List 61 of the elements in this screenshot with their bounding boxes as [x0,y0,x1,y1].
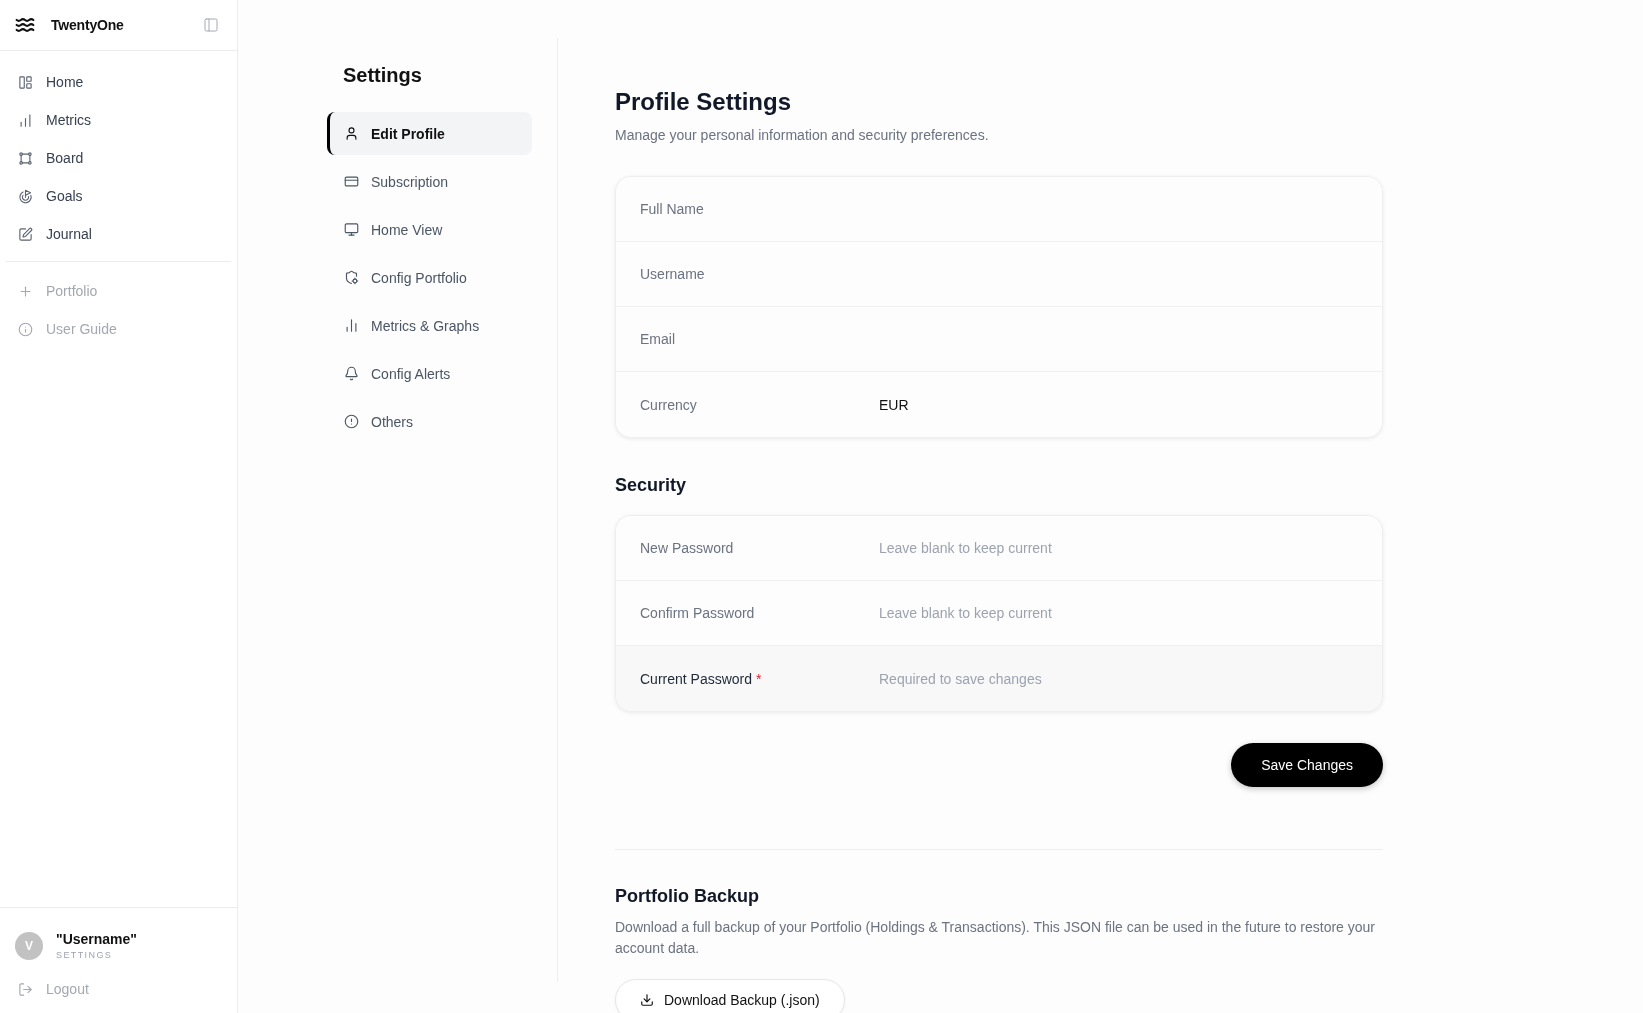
alert-circle-icon [344,414,359,429]
field-label: Email [640,331,675,347]
sidebar-item[interactable]: Journal [6,215,231,253]
settings-nav-item[interactable]: Edit Profile [327,112,532,155]
avatar: V [15,932,43,960]
field-label: Confirm Password [640,605,755,621]
field-label: New Password [640,540,734,556]
settings-nav-item[interactable]: Config Portfolio [327,256,532,299]
bar-chart-icon [18,112,33,128]
field-row[interactable]: Username [616,242,1382,307]
monitor-icon [344,222,359,237]
pen-square-icon [18,226,33,242]
panel-icon[interactable] [203,17,219,33]
settings-nav-item[interactable]: Metrics & Graphs [327,304,532,347]
logout-icon [18,981,33,997]
field-label: Currency [640,396,697,413]
field-row[interactable]: Full Name [616,177,1382,242]
settings-nav-item[interactable]: Home View [327,208,532,251]
field-row[interactable]: Current Password * Required to save changes [616,646,1382,711]
plus-icon [18,283,33,299]
backup-description: Download a full backup of your Portfolio (Holdings & Transactions). This JSON file can be used in the future to restore your account data. [615,918,1376,958]
section-title: Security [615,474,688,497]
user-caption: SETTINGS [56,950,114,961]
credit-card-icon [344,174,359,189]
download-button[interactable]: Download Backup (.json) [615,979,845,1013]
bell-icon [344,366,359,381]
field-row[interactable]: Confirm Password Leave blank to keep current [616,581,1382,646]
page-title: Profile Settings [615,87,793,117]
vector-square-icon [18,150,33,166]
settings-nav-item[interactable]: Subscription [327,160,532,203]
field-label: Current Password [640,670,753,687]
settings-nav-item[interactable]: Others [327,400,532,443]
field-label: Username [640,266,705,282]
field-row[interactable]: New Password Leave blank to keep current [616,516,1382,581]
brand-name: TwentyOne [51,17,125,33]
field-label: Full Name [640,201,704,217]
settings-title: Settings [342,63,423,88]
field-row[interactable]: Currency EUR [616,372,1382,437]
waves-logo-icon [13,15,37,35]
field-row[interactable]: Email [616,307,1382,372]
user-name: "Username" [56,931,137,948]
info-icon [18,321,33,337]
sidebar-item[interactable]: Board [6,139,231,177]
input-field[interactable]: EUR [879,386,1358,423]
input-field[interactable]: Leave blank to keep current [879,530,1358,566]
sidebar-item[interactable]: Metrics [6,101,231,139]
sidebar-item[interactable]: Home [6,63,231,101]
download-icon [640,993,654,1007]
input-field[interactable]: Required to save changes [879,660,1358,697]
required-mark: * [756,670,762,687]
target-flag-icon [18,188,33,204]
sidebar-item[interactable]: Goals [6,177,231,215]
settings-nav-item[interactable]: Config Alerts [327,352,532,395]
user-icon [344,126,359,141]
bar-chart-icon [344,318,359,333]
shield-gear-icon [344,270,359,285]
section-title: Portfolio Backup [615,885,760,908]
input-field[interactable]: Leave blank to keep current [879,595,1358,631]
save-button[interactable]: Save Changes [1231,743,1383,787]
page-subtitle: Manage your personal information and security preferences. [615,126,990,145]
layout-panels-icon [18,74,33,90]
